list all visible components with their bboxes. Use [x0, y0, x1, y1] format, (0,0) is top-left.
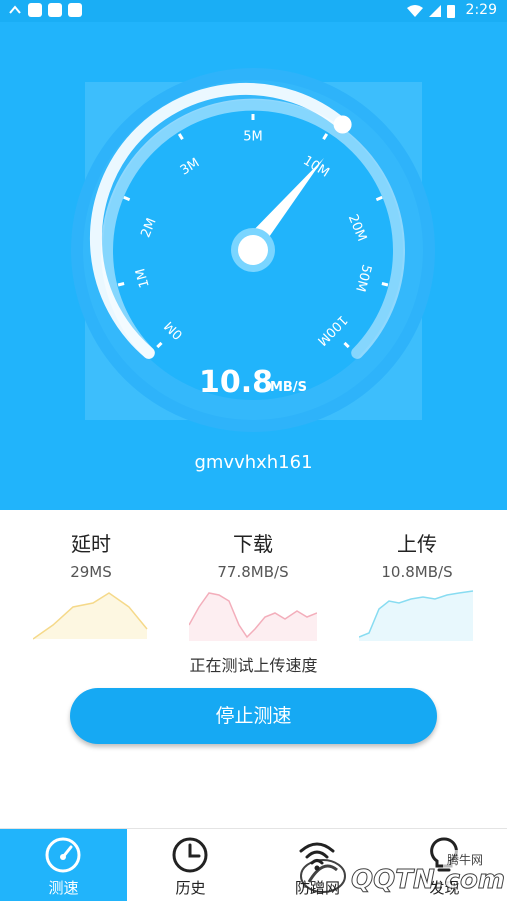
tab-speed-test-label: 测速 [48, 879, 79, 897]
speed-value: 10.8 [199, 365, 273, 400]
clock-icon [172, 837, 208, 873]
tab-history[interactable]: 历史 [127, 829, 254, 901]
watermark-brand: QQTN.com [351, 865, 505, 895]
download-sparkline [189, 592, 317, 641]
image-notification-icon [68, 3, 82, 17]
upload-label: 上传 [397, 532, 437, 556]
gauge-tick [381, 282, 389, 287]
network-name: gmvvhxh161 [194, 452, 313, 473]
download-label: 下载 [233, 532, 273, 556]
speedometer-icon [45, 837, 81, 873]
upload-stat: 上传 10.8MB/S [332, 528, 502, 641]
latency-value: 29MS [70, 563, 112, 581]
latency-label: 延时 [71, 532, 111, 556]
battery-icon [447, 5, 455, 18]
speed-unit: MB/S [270, 380, 307, 395]
speed-gauge: 0M 1M 2M 3M 5M 10M 20M 50M 100M 10.8 MB/… [71, 68, 435, 432]
watermark-site: 腾牛网 [447, 852, 483, 867]
app-notification-icon [28, 3, 42, 17]
tab-speed-test[interactable]: 测速 [0, 829, 127, 901]
gauge-tick-label: 5M [243, 130, 263, 145]
notification-icon [9, 5, 21, 14]
upload-sparkline [359, 590, 474, 641]
upload-value: 10.8MB/S [381, 563, 453, 581]
tab-history-label: 历史 [175, 879, 206, 897]
wifi-signal-icon [407, 5, 423, 17]
latency-stat: 延时 29MS [6, 528, 176, 641]
test-status-text: 正在测试上传速度 [189, 656, 318, 675]
stop-test-button[interactable]: 停止测速 [70, 688, 437, 744]
status-bar: 2:29 [0, 0, 507, 22]
cell-signal-icon [429, 5, 441, 17]
test-results: 延时 29MS 下载 77.8MB/S 上传 10.8MB/S [0, 510, 507, 660]
download-value: 77.8MB/S [217, 563, 289, 581]
gauge-tick [117, 282, 125, 287]
qqtn-watermark: QQTN.com 腾牛网 [300, 850, 505, 896]
download-stat: 下载 77.8MB/S [168, 528, 338, 641]
latency-sparkline [33, 592, 148, 640]
app-notification-icon [48, 3, 62, 17]
clock-time: 2:29 [465, 2, 497, 18]
